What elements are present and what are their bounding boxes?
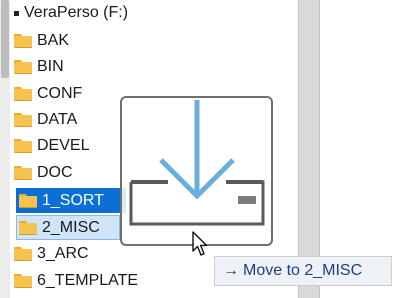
tree-item-label: 3_ARC [37,245,89,262]
tree-drive-row[interactable]: VeraPerso (F:) [12,2,252,24]
drive-bullet-icon [14,10,19,16]
pane-splitter[interactable] [298,0,320,298]
tree-item-label: CONF [37,85,83,102]
move-into-tray-icon [129,100,265,226]
drag-ghost-card [120,96,273,246]
tree-item-label: DEVEL [37,137,90,154]
tree-item-label: 2_MISC [42,218,100,236]
tree-item-1-sort[interactable]: 1_SORT [16,188,126,213]
left-scrollbar[interactable] [0,0,10,298]
left-scrollbar-thumb[interactable] [1,0,9,78]
content-pane [320,0,400,298]
folder-icon [14,113,32,127]
tree-item-label: BAK [37,32,70,49]
tree-item-bin[interactable]: BIN [14,56,254,78]
tree-item-2-misc[interactable]: 2_MISC [16,215,120,240]
tree-item-bak[interactable]: BAK [14,30,254,52]
tree-item-label: DOC [37,164,73,181]
tree-item-label: 1_SORT [42,191,104,209]
folder-icon [14,87,32,101]
folder-icon [14,34,32,48]
folder-icon [14,274,32,288]
tree-item-label: 6_TEMPLATE [37,272,139,289]
mouse-pointer-icon [192,231,210,262]
tree-item-label: BIN [37,58,64,75]
folder-icon [14,139,32,153]
drop-tooltip-text: Move to 2_MISC [243,262,363,279]
folder-icon [19,193,37,208]
folder-icon [14,166,32,180]
folder-icon [14,247,32,261]
folder-icon [19,220,37,235]
right-arrow-icon: → [223,262,239,279]
drive-label: VeraPerso (F:) [24,4,129,21]
drop-tooltip: → Move to 2_MISC [214,256,392,286]
tree-item-label: DATA [37,111,78,128]
folder-icon [14,60,32,74]
